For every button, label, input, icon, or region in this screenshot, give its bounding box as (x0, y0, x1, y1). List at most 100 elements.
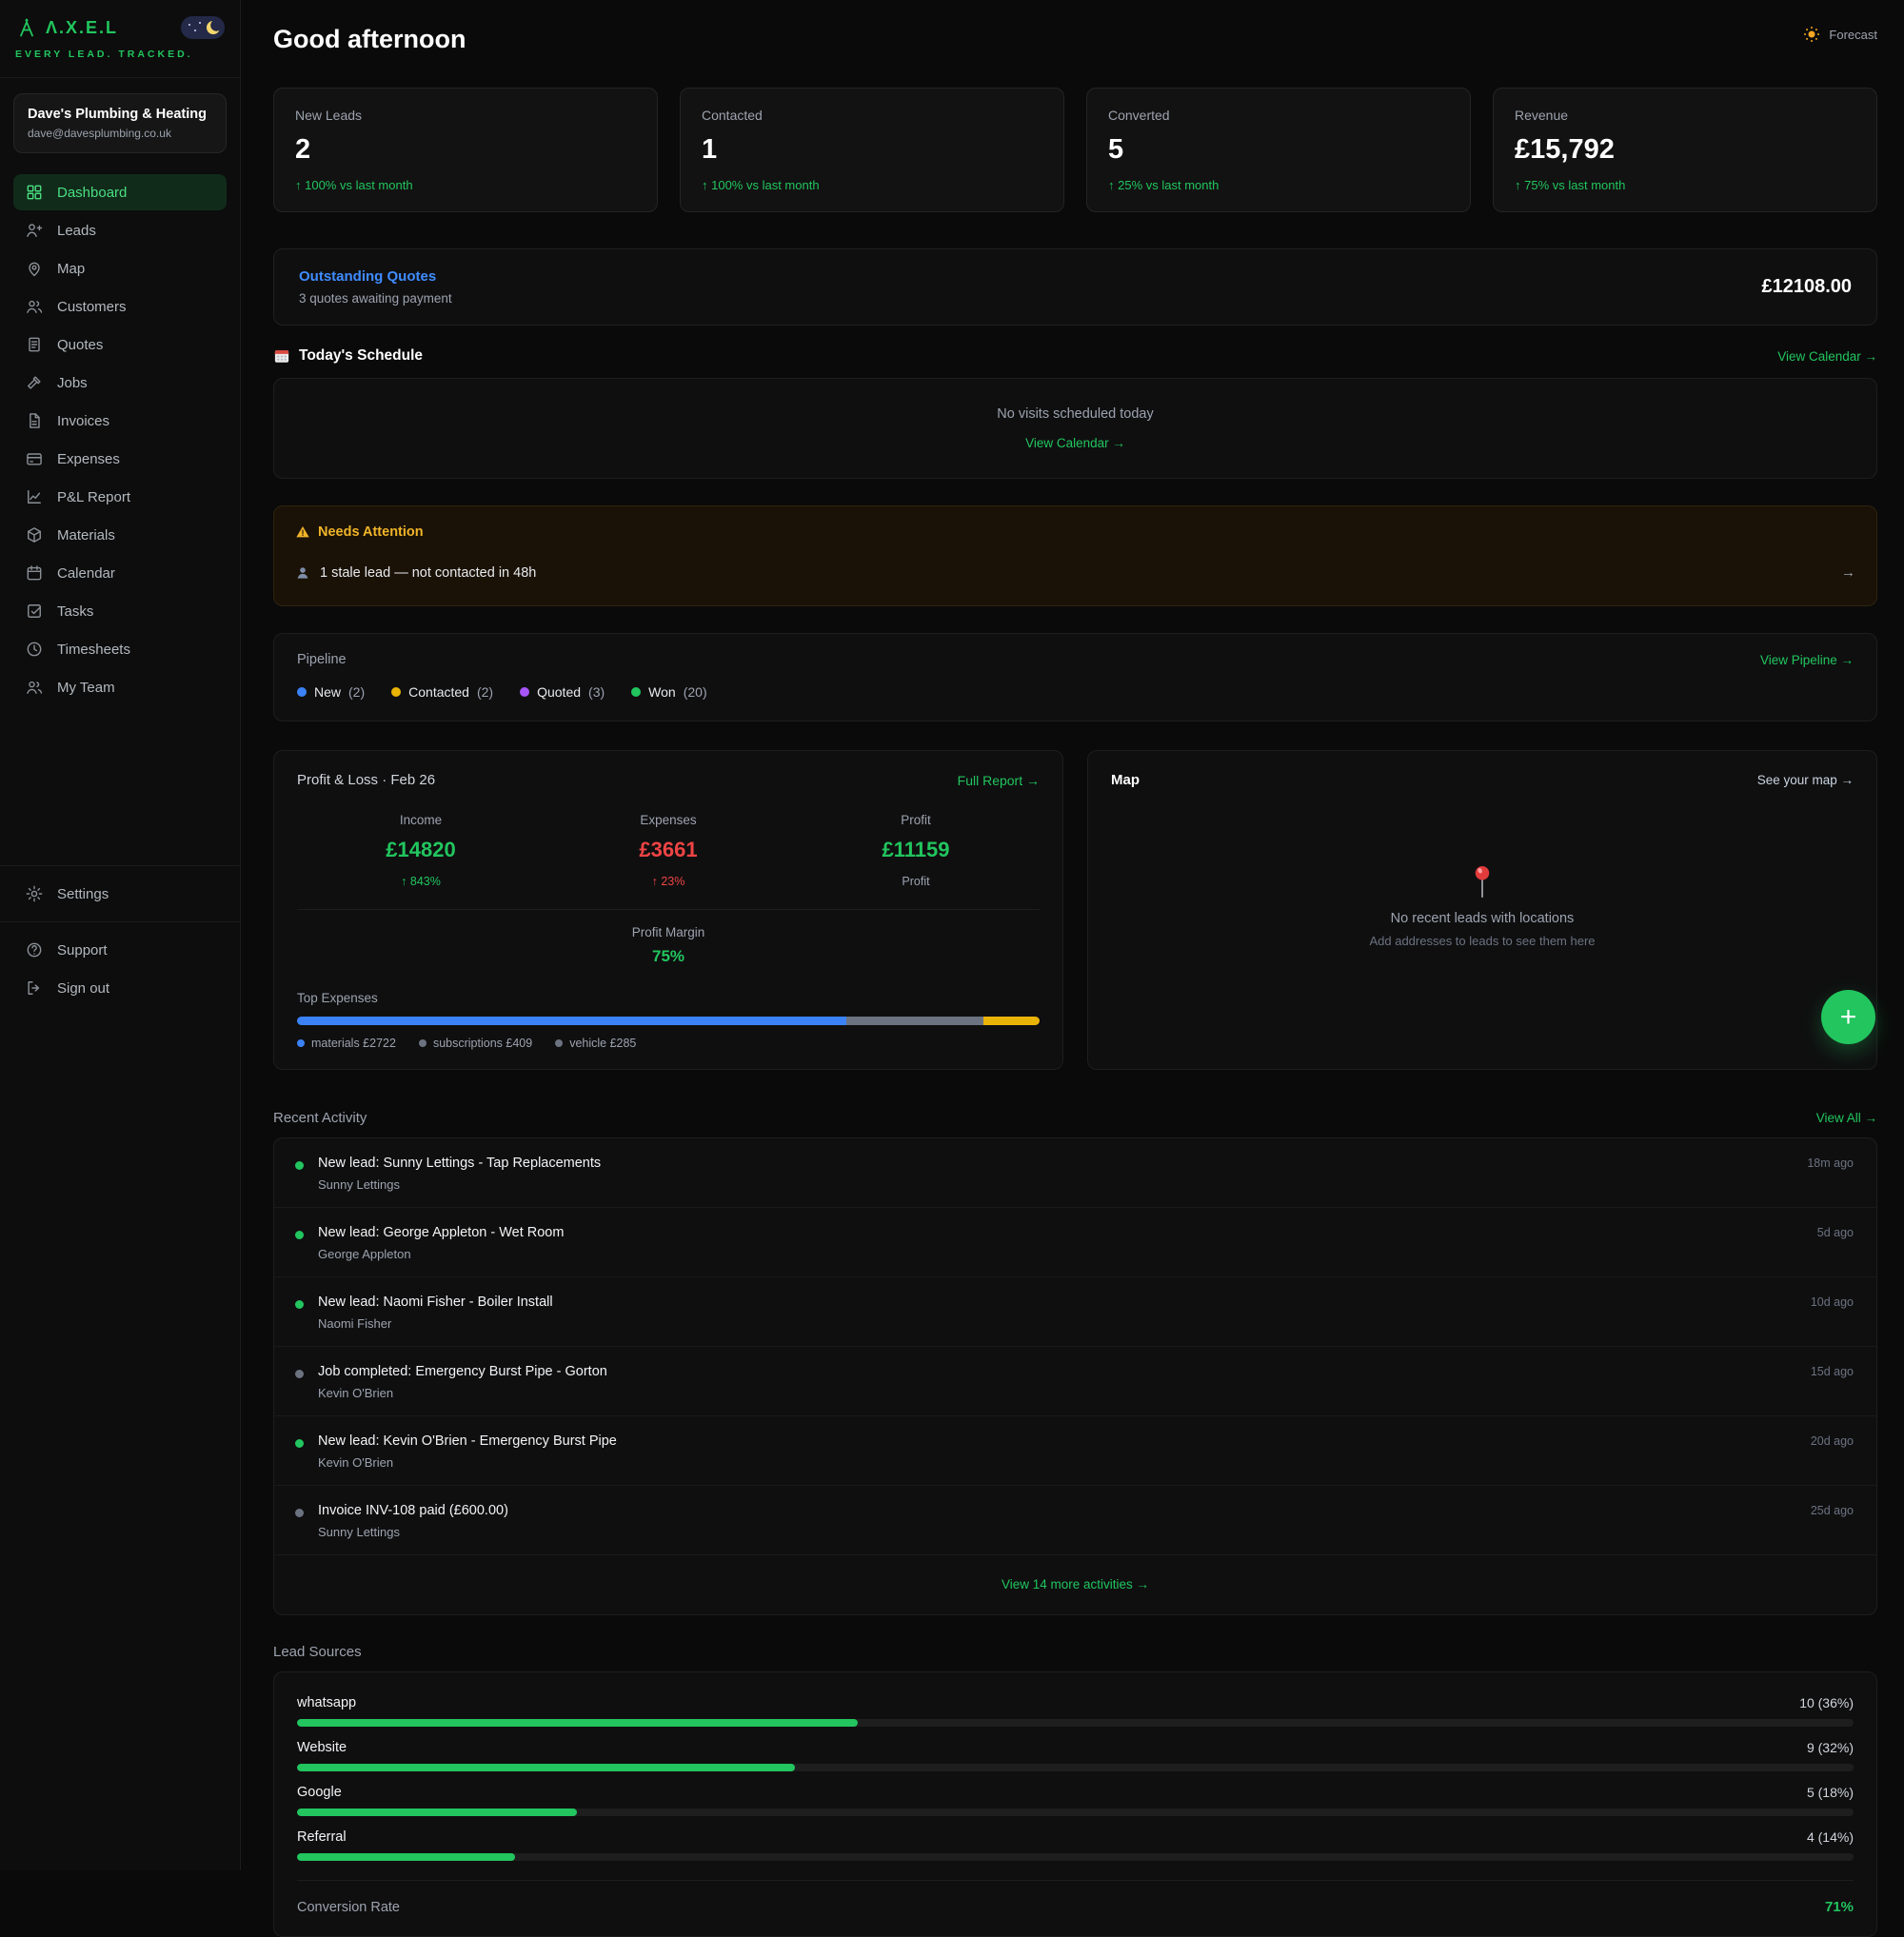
see-your-map-link[interactable]: See your map → (1757, 773, 1854, 787)
full-report-link[interactable]: Full Report → (958, 773, 1040, 788)
map-empty-subtitle: Add addresses to leads to see them here (1088, 934, 1876, 948)
schedule-empty-text: No visits scheduled today (997, 406, 1153, 422)
view-pipeline-link[interactable]: View Pipeline → (1760, 653, 1854, 667)
sidebar-item-leads[interactable]: Leads (13, 212, 227, 248)
add-button[interactable]: + (1821, 990, 1875, 1044)
activity-time: 18m ago (1807, 1156, 1854, 1170)
stat-label: Contacted (702, 108, 1042, 123)
expense-legend-label: subscriptions £409 (433, 1037, 532, 1050)
stale-lead-row[interactable]: 1 stale lead — not contacted in 48h → (295, 564, 1855, 581)
top-expenses-label: Top Expenses (297, 991, 1040, 1005)
activity-time: 20d ago (1811, 1434, 1854, 1448)
sidebar-item-support[interactable]: Support (13, 932, 227, 968)
stat-delta: ↑ 100% vs last month (295, 178, 636, 192)
activity-row[interactable]: New lead: Sunny Lettings - Tap Replaceme… (274, 1138, 1876, 1208)
theme-toggle[interactable] (181, 16, 225, 39)
view-all-link[interactable]: View All → (1816, 1111, 1877, 1125)
stat-card-revenue: Revenue£15,792↑ 75% vs last month (1493, 88, 1877, 212)
star-icon (188, 24, 190, 26)
lead-source-value: 4 (14%) (1807, 1829, 1854, 1845)
sidebar-item-settings[interactable]: Settings (13, 876, 227, 912)
schedule-view-calendar-link[interactable]: View Calendar → (1025, 436, 1125, 450)
expense-segment-vehicle (983, 1017, 1040, 1025)
star-icon (199, 22, 201, 24)
outstanding-quotes-link[interactable]: Outstanding Quotes (299, 268, 452, 285)
axe-logo-icon (15, 16, 38, 39)
activity-rows: New lead: Sunny Lettings - Tap Replaceme… (274, 1138, 1876, 1555)
sidebar-item-calendar[interactable]: Calendar (13, 555, 227, 591)
lead-source-row-whatsapp: whatsapp10 (36%) (297, 1695, 1854, 1727)
pnl-col-delta: ↑ 843% (297, 875, 545, 888)
sidebar-item-quotes[interactable]: Quotes (13, 326, 227, 363)
activity-row[interactable]: New lead: Naomi Fisher - Boiler InstallN… (274, 1277, 1876, 1347)
pipeline-stage-new: New(2) (297, 684, 365, 700)
lead-source-row-referral: Referral 4 (14%) (297, 1829, 1854, 1861)
sidebar-item-invoices[interactable]: Invoices (13, 403, 227, 439)
arrow-right-icon[interactable]: → (1841, 564, 1855, 581)
lead-source-head: Referral 4 (14%) (297, 1829, 1854, 1845)
sidebar-item-label: P&L Report (57, 489, 130, 505)
sidebar-item-customers[interactable]: Customers (13, 288, 227, 325)
clock-icon (25, 640, 44, 659)
lead-source-bar-track (297, 1764, 1854, 1771)
sidebar-item-dashboard[interactable]: Dashboard (13, 174, 227, 210)
legend-dot-icon (419, 1039, 426, 1047)
schedule-empty-card: No visits scheduled today View Calendar … (273, 378, 1877, 479)
needs-attention-heading: Needs Attention (318, 524, 424, 540)
sidebar-item-tasks[interactable]: Tasks (13, 593, 227, 629)
star-icon (194, 30, 196, 31)
expense-segment-subscriptions (846, 1017, 983, 1025)
sidebar-item-materials[interactable]: Materials (13, 517, 227, 553)
sidebar-item-timesheets[interactable]: Timesheets (13, 631, 227, 667)
view-more-activities-link[interactable]: View 14 more activities → (1002, 1577, 1149, 1591)
pnl-columns: Income£14820↑ 843%Expenses£3661↑ 23%Prof… (297, 813, 1040, 888)
activity-row[interactable]: New lead: Kevin O'Brien - Emergency Burs… (274, 1416, 1876, 1486)
pnl-column-income: Income£14820↑ 843% (297, 813, 545, 888)
sidebar-item-label: My Team (57, 680, 115, 696)
line-chart-icon (25, 487, 44, 506)
expense-segment-materials (297, 1017, 846, 1025)
lead-source-row-google: Google5 (18%) (297, 1785, 1854, 1816)
view-calendar-link[interactable]: View Calendar → (1777, 349, 1877, 364)
lead-source-value: 9 (32%) (1807, 1740, 1854, 1755)
forecast-button[interactable]: Forecast (1802, 25, 1877, 44)
top-expenses-legend: materials £2722subscriptions £409vehicle… (297, 1037, 1040, 1050)
lead-source-bar-fill (297, 1809, 577, 1816)
sidebar-item-label: Support (57, 942, 108, 959)
divider (0, 921, 240, 922)
activity-row[interactable]: Invoice INV-108 paid (£600.00)Sunny Lett… (274, 1486, 1876, 1555)
task-check-icon (25, 602, 44, 621)
sidebar-item-jobs[interactable]: Jobs (13, 365, 227, 401)
sidebar-item-p-l-report[interactable]: P&L Report (13, 479, 227, 515)
activity-row[interactable]: New lead: George Appleton - Wet RoomGeor… (274, 1208, 1876, 1277)
user-card[interactable]: Dave's Plumbing & Heating dave@davesplum… (13, 93, 227, 153)
stat-card-converted: Converted5↑ 25% vs last month (1086, 88, 1471, 212)
stat-label: Converted (1108, 108, 1449, 123)
sidebar-item-map[interactable]: Map (13, 250, 227, 287)
activity-time: 25d ago (1811, 1504, 1854, 1517)
lead-source-head: whatsapp10 (36%) (297, 1695, 1854, 1710)
needs-attention-card: Needs Attention 1 stale lead — not conta… (273, 505, 1877, 606)
pipeline-stages: New(2)Contacted(2)Quoted(3)Won(20) (297, 684, 1854, 700)
sidebar-item-my-team[interactable]: My Team (13, 669, 227, 705)
person-bust-icon (295, 565, 310, 581)
sidebar-item-sign-out[interactable]: Sign out (13, 970, 227, 1006)
lead-source-bar-fill (297, 1853, 515, 1861)
sidebar-item-expenses[interactable]: Expenses (13, 441, 227, 477)
pnl-col-label: Profit (792, 813, 1040, 827)
dashboard-icon (25, 183, 44, 202)
stat-card-contacted: Contacted1↑ 100% vs last month (680, 88, 1064, 212)
pipeline-stage-won: Won(20) (631, 684, 706, 700)
lead-source-name: Referral (297, 1829, 347, 1845)
outstanding-quotes-banner[interactable]: Outstanding Quotes 3 quotes awaiting pay… (273, 248, 1877, 326)
pnl-col-label: Expenses (545, 813, 792, 827)
lead-source-rows: whatsapp10 (36%)Website9 (32%)Google5 (1… (297, 1695, 1854, 1861)
activity-row[interactable]: Job completed: Emergency Burst Pipe - Go… (274, 1347, 1876, 1416)
activity-time: 10d ago (1811, 1295, 1854, 1309)
stage-name: Contacted (408, 684, 469, 700)
stat-value: 2 (295, 134, 636, 166)
stat-value: 1 (702, 134, 1042, 166)
activity-title: New lead: Naomi Fisher - Boiler Install (318, 1295, 1762, 1310)
map-pin-icon (25, 259, 44, 278)
pushpin-icon (1088, 863, 1876, 899)
